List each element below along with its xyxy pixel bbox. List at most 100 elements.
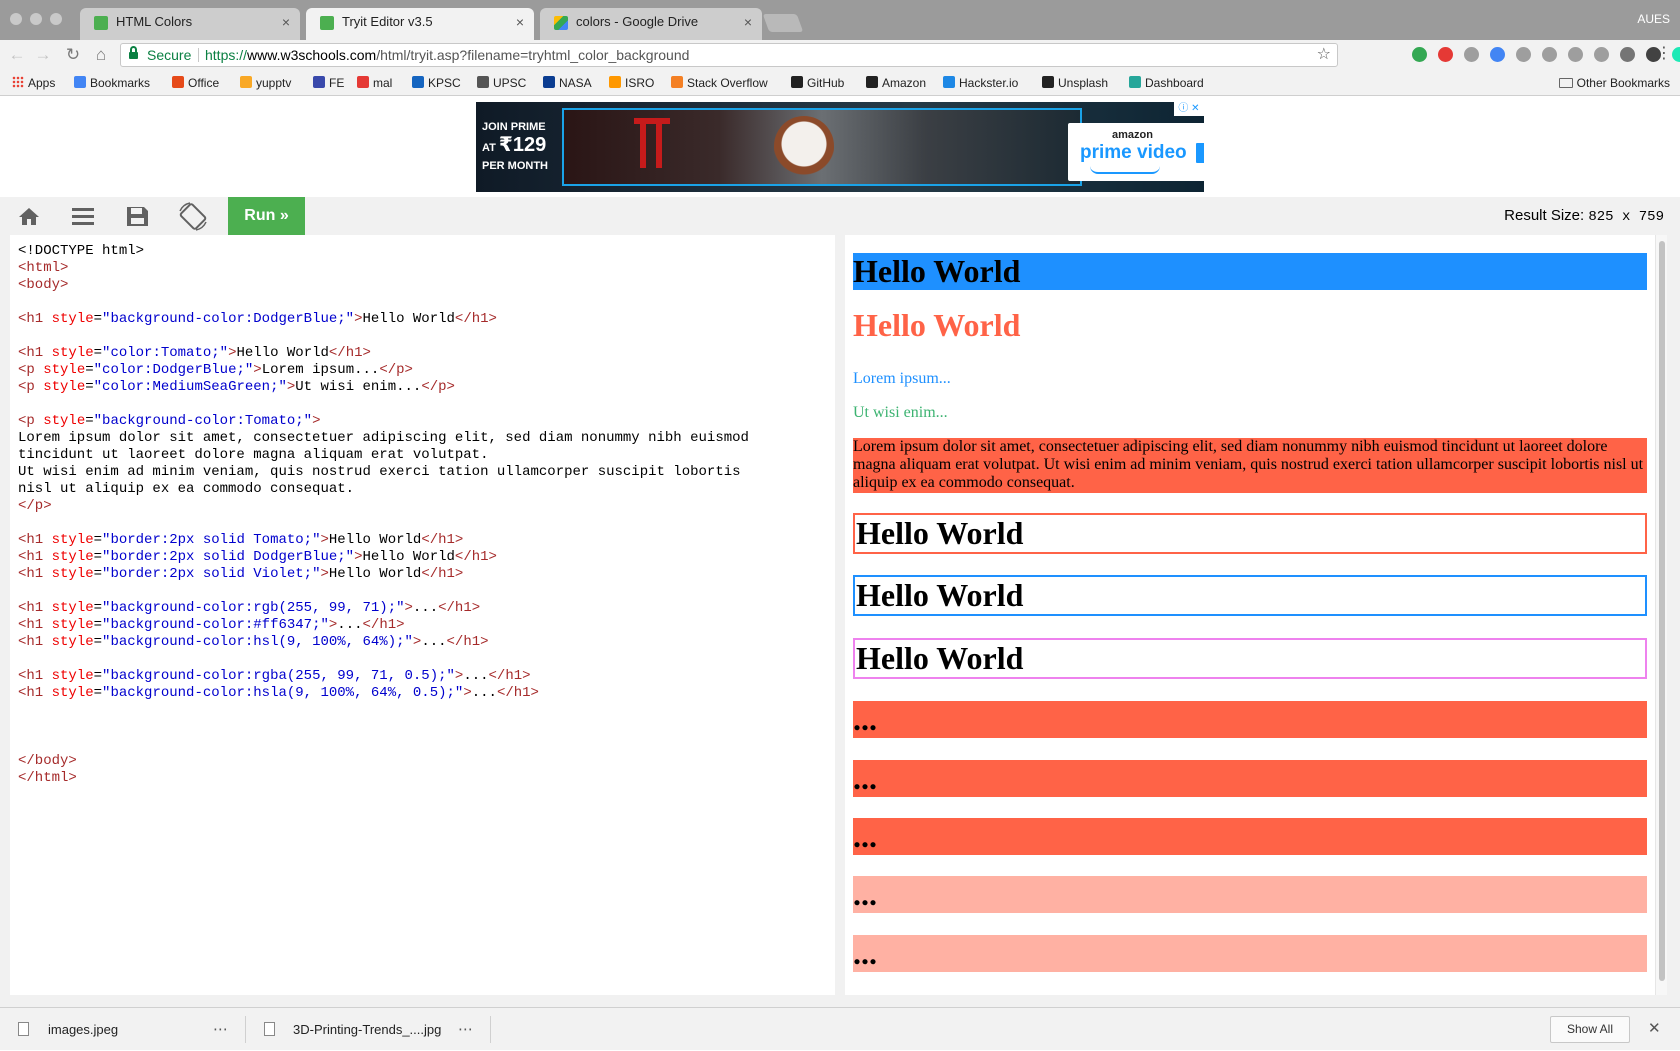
code-line[interactable]: <h1 style="background-color:hsl(9, 100%,…: [18, 634, 835, 651]
code-line[interactable]: Ut wisi enim ad minim veniam, quis nostr…: [18, 464, 835, 481]
code-line[interactable]: [18, 719, 835, 736]
result-scrollbar[interactable]: [1655, 235, 1667, 995]
code-line[interactable]: <p style="color:MediumSeaGreen;">Ut wisi…: [18, 379, 835, 396]
code-line[interactable]: <!DOCTYPE html>: [18, 243, 835, 260]
code-line[interactable]: <body>: [18, 277, 835, 294]
bookmark-upsc[interactable]: UPSC: [477, 75, 526, 91]
code-token: style: [43, 668, 94, 684]
window-minimize-dot[interactable]: [30, 13, 42, 25]
code-line[interactable]: <h1 style="background-color:rgba(255, 99…: [18, 668, 835, 685]
scrollbar-thumb[interactable]: [1659, 241, 1665, 981]
code-line[interactable]: </p>: [18, 498, 835, 515]
bookmark-yupptv[interactable]: yupptv: [240, 75, 291, 91]
ad-choices-icon[interactable]: ⓘ ✕: [1174, 102, 1204, 116]
code-line[interactable]: <h1 style="background-color:rgb(255, 99,…: [18, 600, 835, 617]
home-icon[interactable]: [2, 197, 56, 235]
extension-icon[interactable]: [1516, 47, 1531, 62]
reload-icon[interactable]: ↻: [62, 44, 84, 66]
stackoverflow-icon: [671, 76, 683, 88]
bookmark-hackster-io[interactable]: Hackster.io: [943, 75, 1018, 91]
tab-tryit-editor[interactable]: Tryit Editor v3.5 ×: [306, 8, 534, 40]
extension-icon[interactable]: [1464, 47, 1479, 62]
code-line[interactable]: <h1 style="border:2px solid Violet;">Hel…: [18, 566, 835, 583]
extension-icon[interactable]: [1672, 47, 1680, 62]
bookmark-github[interactable]: GitHub: [791, 75, 844, 91]
bookmark-star-icon[interactable]: ☆: [1317, 44, 1331, 66]
extension-icon[interactable]: [1412, 47, 1427, 62]
code-line[interactable]: </body>: [18, 753, 835, 770]
close-shelf-icon[interactable]: ✕: [1648, 1019, 1661, 1037]
run-button[interactable]: Run »: [228, 197, 305, 235]
show-all-button[interactable]: Show All: [1550, 1016, 1630, 1043]
bookmark-amazon[interactable]: Amazon: [866, 75, 926, 91]
bookmark-isro[interactable]: ISRO: [609, 75, 654, 91]
rotate-layout-icon[interactable]: [166, 197, 220, 235]
code-line[interactable]: [18, 583, 835, 600]
bookmark-mal[interactable]: mal: [357, 75, 392, 91]
download-item[interactable]: images.jpeg ⋯: [0, 1008, 245, 1051]
code-line[interactable]: <p style="color:DodgerBlue;">Lorem ipsum…: [18, 362, 835, 379]
extension-icon[interactable]: [1594, 47, 1609, 62]
window-close-dot[interactable]: [10, 13, 22, 25]
code-line[interactable]: <h1 style="background-color:DodgerBlue;"…: [18, 311, 835, 328]
url-text[interactable]: https://www.w3schools.com/html/tryit.asp…: [205, 44, 689, 66]
code-line[interactable]: [18, 294, 835, 311]
back-icon[interactable]: ←: [6, 44, 28, 66]
code-line[interactable]: <h1 style="background-color:hsla(9, 100%…: [18, 685, 835, 702]
bookmark-dashboard[interactable]: Dashboard: [1129, 75, 1204, 91]
tab-html-colors[interactable]: HTML Colors ×: [80, 8, 300, 40]
extension-icon[interactable]: [1568, 47, 1583, 62]
advertisement-banner[interactable]: JOIN PRIME AT ₹129 PER MONTH amazon prim…: [476, 102, 1204, 192]
code-editor[interactable]: <!DOCTYPE html> <html> <body> <h1 style="ba…: [10, 235, 835, 995]
save-icon[interactable]: [110, 197, 164, 235]
forward-icon[interactable]: →: [32, 44, 54, 66]
code-token: ...: [337, 617, 363, 633]
code-line[interactable]: <html>: [18, 260, 835, 277]
code-line[interactable]: <h1 style="border:2px solid Tomato;">Hel…: [18, 532, 835, 549]
result-frame[interactable]: Hello World Hello World Lorem ipsum... U…: [845, 235, 1667, 995]
code-line[interactable]: <h1 style="background-color:#ff6347;">..…: [18, 617, 835, 634]
code-line[interactable]: [18, 702, 835, 719]
menu-icon[interactable]: [56, 197, 110, 235]
code-line[interactable]: [18, 736, 835, 753]
code-line[interactable]: [18, 396, 835, 413]
code-line[interactable]: [18, 651, 835, 668]
bookmark-bookmarks[interactable]: Bookmarks: [74, 75, 150, 91]
extension-icon[interactable]: [1438, 47, 1453, 62]
download-options-icon[interactable]: ⋯: [213, 1008, 228, 1051]
tab-close-icon[interactable]: ×: [744, 8, 752, 36]
bookmark-fe[interactable]: FE: [313, 75, 344, 91]
code-line[interactable]: tincidunt ut laoreet dolore magna aliqua…: [18, 447, 835, 464]
download-options-icon[interactable]: ⋯: [458, 1008, 473, 1051]
extension-icon[interactable]: [1620, 47, 1635, 62]
code-line[interactable]: <h1 style="color:Tomato;">Hello World</h…: [18, 345, 835, 362]
tab-google-drive[interactable]: colors - Google Drive ×: [540, 8, 762, 40]
download-item[interactable]: 3D-Printing-Trends_....jpg ⋯: [246, 1008, 490, 1051]
stream-now-button[interactable]: Stream now: [1196, 143, 1204, 163]
new-tab-button[interactable]: [762, 14, 804, 32]
bookmark-unsplash[interactable]: Unsplash: [1042, 75, 1108, 91]
code-line[interactable]: <p style="background-color:Tomato;">: [18, 413, 835, 430]
bookmark-apps[interactable]: Apps: [12, 75, 55, 91]
bookmark-nasa[interactable]: NASA: [543, 75, 592, 91]
home-icon[interactable]: ⌂: [90, 44, 112, 66]
code-token: </h1>: [362, 617, 405, 633]
code-line[interactable]: Lorem ipsum dolor sit amet, consectetuer…: [18, 430, 835, 447]
profile-name[interactable]: AUES: [1637, 12, 1670, 26]
code-line[interactable]: </html>: [18, 770, 835, 787]
extension-icon[interactable]: [1542, 47, 1557, 62]
code-line[interactable]: nisl ut aliquip ex ea commodo consequat.: [18, 481, 835, 498]
other-bookmarks[interactable]: Other Bookmarks: [1558, 75, 1670, 91]
code-line[interactable]: [18, 328, 835, 345]
tab-close-icon[interactable]: ×: [282, 8, 290, 36]
code-line[interactable]: [18, 515, 835, 532]
extension-icon[interactable]: [1490, 47, 1505, 62]
code-line[interactable]: <h1 style="border:2px solid DodgerBlue;"…: [18, 549, 835, 566]
chrome-menu-icon[interactable]: ⋮: [1656, 45, 1672, 63]
address-bar[interactable]: Secure https://www.w3schools.com/html/tr…: [120, 43, 1338, 67]
window-zoom-dot[interactable]: [50, 13, 62, 25]
bookmark-office[interactable]: Office: [172, 75, 219, 91]
bookmark-kpsc[interactable]: KPSC: [412, 75, 461, 91]
tab-close-icon[interactable]: ×: [516, 8, 524, 36]
bookmark-stack-overflow[interactable]: Stack Overflow: [671, 75, 768, 91]
